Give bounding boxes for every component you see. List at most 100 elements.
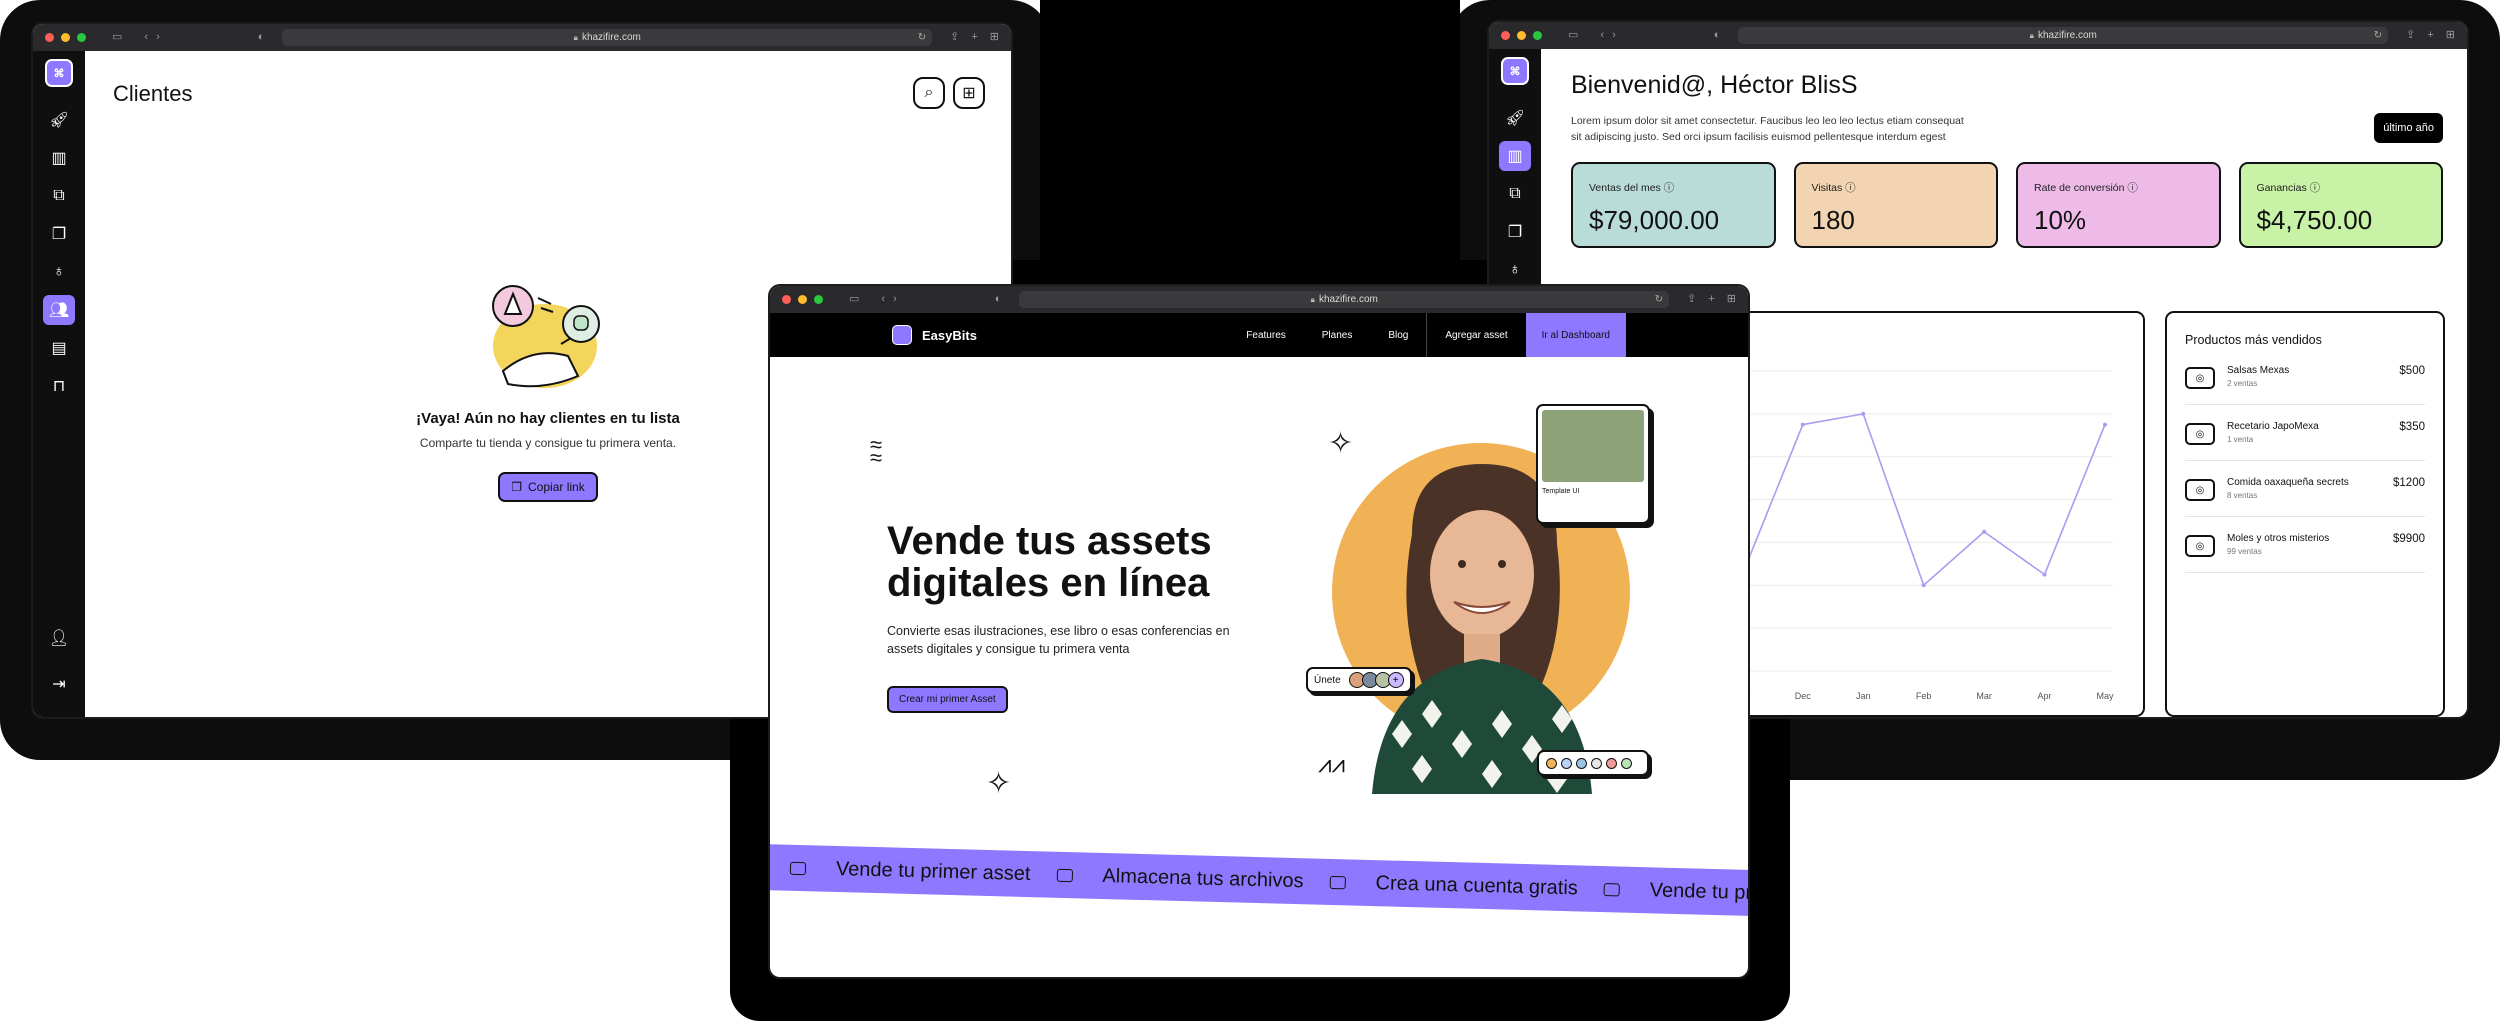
chart-icon[interactable]: ▥ (43, 143, 75, 173)
minimize-dot[interactable] (1517, 31, 1526, 40)
top-products-card: Productos más vendidos ◎ Salsas Mexas 2 v… (2165, 311, 2445, 717)
money-bag-icon[interactable]: ♁ (43, 257, 75, 287)
period-button[interactable]: último año (2374, 113, 2443, 143)
instagram-icon[interactable] (1621, 757, 1632, 769)
reload-icon[interactable]: ↻ (918, 32, 926, 43)
sparkle-icon: ✧ (986, 767, 1012, 800)
scribble-icon: ⩘⩘ (1318, 751, 1346, 778)
tabs-icon[interactable]: ⊞ (2446, 30, 2455, 41)
close-dot[interactable] (782, 295, 791, 304)
new-tab-icon[interactable]: + (2427, 30, 2433, 41)
share-icon[interactable]: ⇪ (950, 32, 959, 43)
new-tab-icon[interactable]: + (971, 32, 977, 43)
join-pill[interactable]: Únete + (1306, 667, 1412, 693)
zoom-dot[interactable] (77, 33, 86, 42)
share-icon[interactable]: ⇪ (1687, 294, 1696, 305)
share-icon[interactable]: ⇪ (2406, 30, 2415, 41)
shopping-bag-icon[interactable]: ⊓ (43, 371, 75, 401)
stats-row: Ventas del mes ⓘ $79,000.00 Visitas ⓘ 18… (1571, 162, 2443, 248)
shield-icon[interactable]: ◐ (1714, 30, 1721, 41)
nav-features[interactable]: Features (1228, 313, 1303, 357)
ticket-icon (1603, 882, 1620, 897)
ribbon-text: Vende tu prim (1649, 878, 1748, 905)
ribbon-section: Vende tu primer asset Almacena tus archi… (770, 838, 1748, 938)
brand-logo[interactable]: EasyBits (892, 325, 977, 345)
folders-icon[interactable]: ❐ (1499, 217, 1531, 247)
data-point[interactable] (1982, 529, 1987, 534)
stat-value: 180 (1811, 205, 1855, 235)
money-bag-icon[interactable]: ♁ (1499, 255, 1531, 285)
forward-icon[interactable]: › (156, 32, 160, 43)
facebook-icon[interactable] (1561, 757, 1572, 769)
product-item[interactable]: ◎ Recetario JapoMexa 1 venta $350 (2185, 421, 2425, 461)
rocket-icon[interactable]: 🚀︎ (1499, 103, 1531, 133)
data-point[interactable] (1921, 583, 1926, 588)
zoom-dot[interactable] (814, 295, 823, 304)
back-icon[interactable]: ‹ (144, 32, 148, 43)
stat-card-conversion: Rate de conversión ⓘ 10% (2016, 162, 2221, 248)
nav-dashboard-button[interactable]: Ir al Dashboard (1525, 313, 1626, 357)
shield-icon[interactable]: ◐ (258, 32, 265, 43)
shield-icon[interactable]: ◐ (995, 294, 1002, 305)
tabs-icon[interactable]: ⊞ (1727, 294, 1736, 305)
create-asset-button[interactable]: Crear mi primer Asset (887, 686, 1008, 713)
reload-icon[interactable]: ↻ (1655, 294, 1663, 305)
forward-icon[interactable]: › (893, 294, 897, 305)
sidebar-toggle-icon[interactable]: ▭ (112, 32, 122, 43)
youtube-icon[interactable] (1606, 757, 1617, 769)
back-icon[interactable]: ‹ (1600, 30, 1604, 41)
data-point[interactable] (1861, 411, 1866, 416)
product-item[interactable]: ◎ Salsas Mexas 2 ventas $500 (2185, 365, 2425, 405)
back-icon[interactable]: ‹ (881, 294, 885, 305)
data-point[interactable] (2103, 422, 2107, 427)
box-icon[interactable]: ⧉ (1499, 179, 1531, 209)
users-icon[interactable]: 👥︎ (43, 295, 75, 325)
user-icon[interactable]: 👤︎ (43, 623, 75, 653)
info-icon[interactable]: ⓘ (1845, 182, 1856, 194)
product-item[interactable]: ◎ Moles y otros misterios 99 ventas $9900 (2185, 533, 2425, 573)
x-icon[interactable] (1591, 757, 1602, 769)
logout-icon[interactable]: ⇥ (43, 669, 75, 699)
info-icon[interactable]: ⓘ (2127, 182, 2138, 194)
forward-icon[interactable]: › (1612, 30, 1616, 41)
linkedin-icon[interactable] (1576, 757, 1587, 769)
social-icon[interactable] (1546, 757, 1557, 769)
new-tab-icon[interactable]: + (1708, 294, 1714, 305)
data-point[interactable] (2042, 572, 2047, 577)
template-card[interactable]: Template UI (1536, 404, 1650, 524)
rocket-icon[interactable]: 🚀︎ (43, 105, 75, 135)
product-item[interactable]: ◎ Comida oaxaqueña secrets 8 ventas $1200 (2185, 477, 2425, 517)
url-bar[interactable]: 🔒︎ khazifire.com ↻ (1019, 291, 1670, 308)
close-dot[interactable] (1501, 31, 1510, 40)
url-bar[interactable]: 🔒︎ khazifire.com ↻ (282, 29, 933, 46)
lock-icon: 🔒︎ (2029, 30, 2034, 40)
ribbon-item: Crea una cuenta gratis (1329, 870, 1578, 899)
hero-title: Vende tus assets digitales en línea (887, 519, 1212, 606)
tabs-icon[interactable]: ⊞ (990, 32, 999, 43)
copy-link-button[interactable]: ❐ Copiar link (498, 472, 598, 502)
stat-value: $4,750.00 (2256, 205, 2373, 235)
sidebar-toggle-icon[interactable]: ▭ (1568, 30, 1578, 41)
search-button[interactable]: ⌕ (913, 77, 945, 109)
box-icon[interactable]: ⧉ (43, 181, 75, 211)
minimize-dot[interactable] (798, 295, 807, 304)
close-dot[interactable] (45, 33, 54, 42)
chart-icon[interactable]: ▥ (1499, 141, 1531, 171)
data-point[interactable] (1800, 422, 1805, 427)
reload-icon[interactable]: ↻ (2374, 30, 2382, 41)
info-icon[interactable]: ⓘ (1664, 182, 1675, 194)
sidebar-toggle-icon[interactable]: ▭ (849, 294, 859, 305)
nav-planes[interactable]: Planes (1304, 313, 1371, 357)
app-logo-icon[interactable]: ⌘ (45, 59, 73, 87)
app-logo-icon[interactable]: ⌘ (1501, 57, 1529, 85)
info-icon[interactable]: ⓘ (2310, 182, 2321, 194)
url-bar[interactable]: 🔒︎ khazifire.com ↻ (1738, 27, 2389, 44)
nav-blog[interactable]: Blog (1370, 313, 1426, 357)
minimize-dot[interactable] (61, 33, 70, 42)
id-card-icon[interactable]: ▤ (43, 333, 75, 363)
empty-illustration (483, 276, 613, 396)
nav-add-asset[interactable]: Agregar asset (1426, 313, 1525, 357)
zoom-dot[interactable] (1533, 31, 1542, 40)
folders-icon[interactable]: ❐ (43, 219, 75, 249)
grid-view-button[interactable]: ⊞ (953, 77, 985, 109)
